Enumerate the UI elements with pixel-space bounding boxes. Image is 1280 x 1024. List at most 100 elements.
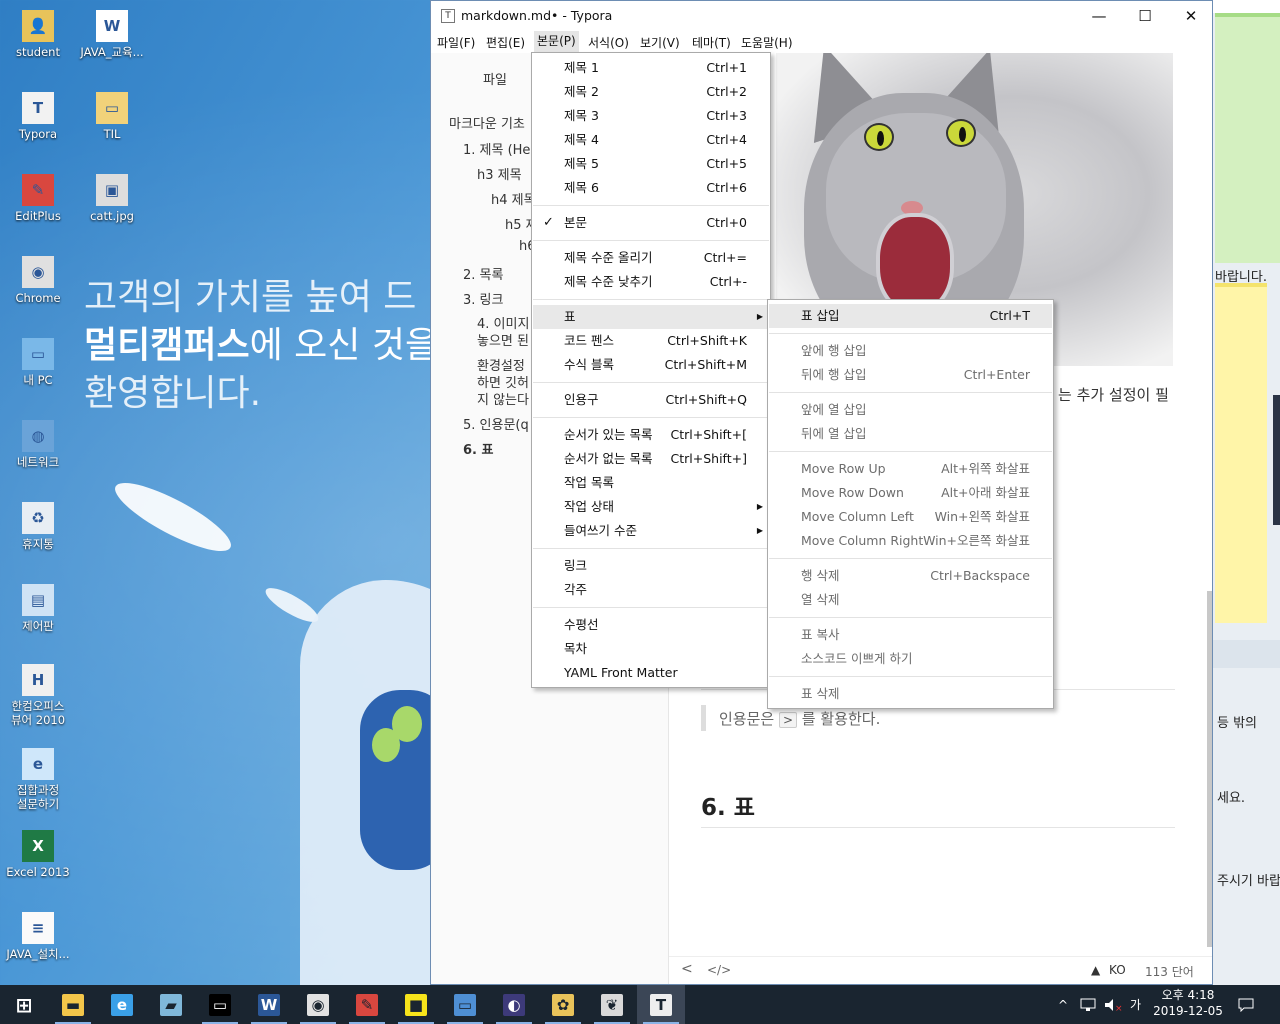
title-bar[interactable]: T markdown.md• - Typora — ☐ ✕ (431, 1, 1212, 31)
heading-6[interactable]: 6. 표 (701, 788, 755, 822)
menu-item[interactable]: 제목 수준 올리기 Ctrl+= (533, 246, 769, 270)
desktop-icon-hancom-viewer[interactable]: H 한컴오피스 뷰어 2010 (0, 664, 76, 727)
menu-2[interactable]: 본문(P) (534, 31, 579, 53)
word-count[interactable]: 113 단어 (1145, 963, 1194, 980)
network-tray-icon[interactable] (1080, 985, 1096, 1024)
menu-item[interactable]: Move Column Left Win+왼쪽 화살표 (769, 505, 1052, 529)
taskbar-sticky-notes[interactable]: ■ (392, 985, 440, 1024)
back-button[interactable]: < (681, 961, 693, 977)
outline-item[interactable]: 6. 표 (463, 439, 493, 458)
desktop-icon-network[interactable]: ◍ 네트워크 (0, 420, 76, 469)
menu-item[interactable]: 표 삭제 (769, 682, 1052, 706)
desktop-icon-editplus[interactable]: ✎ EditPlus (0, 174, 76, 223)
menu-1[interactable]: 편집(E) (483, 34, 528, 51)
menu-item[interactable]: ✓ 본문 Ctrl+0 (533, 211, 769, 235)
menu-item[interactable]: 열 삭제 (769, 588, 1052, 612)
desktop-icon-typora[interactable]: T Typora (0, 92, 76, 141)
language-indicator[interactable]: KO (1109, 963, 1126, 977)
volume-muted-icon[interactable]: × (1104, 985, 1122, 1024)
desktop-icon-computer[interactable]: ▭ 내 PC (0, 338, 76, 387)
menu-5[interactable]: 테마(T) (689, 34, 734, 51)
taskbar-remote-desktop[interactable]: ▭ (441, 985, 489, 1024)
menu-item[interactable]: 각주 (533, 578, 769, 602)
menu-6[interactable]: 도움말(H) (738, 34, 796, 51)
taskbar-internet-explorer[interactable]: e (98, 985, 146, 1024)
outline-item[interactable]: 마크다운 기초 (449, 113, 525, 132)
desktop-icon-recycle-bin[interactable]: ♻ 휴지통 (0, 502, 76, 551)
sticky-note-yellow[interactable] (1215, 283, 1267, 623)
taskbar-start[interactable]: ⊞ (0, 985, 48, 1024)
taskbar-word[interactable]: W (245, 985, 293, 1024)
minimize-button[interactable]: — (1076, 1, 1122, 31)
menu-item[interactable]: 뒤에 열 삽입 (769, 422, 1052, 446)
menu-item[interactable]: 수평선 (533, 613, 769, 637)
desktop-icon-internet-explorer[interactable]: e 집합과정 설문하기 (0, 748, 76, 811)
taskbar-file-explorer[interactable]: ▬ (49, 985, 97, 1024)
source-mode-toggle[interactable]: </> (707, 963, 731, 977)
taskbar-chrome[interactable]: ◉ (294, 985, 342, 1024)
menu-item[interactable]: 제목 4 Ctrl+4 (533, 128, 769, 152)
taskbar-eclipse[interactable]: ◐ (490, 985, 538, 1024)
menu-item[interactable]: 표 복사 (769, 623, 1052, 647)
taskbar-editplus[interactable]: ✎ (343, 985, 391, 1024)
menu-item[interactable]: 순서가 없는 목록 Ctrl+Shift+] (533, 447, 769, 471)
menu-item[interactable]: 제목 1 Ctrl+1 (533, 56, 769, 80)
menu-item[interactable]: 앞에 열 삽입 (769, 398, 1052, 422)
menu-item[interactable]: 뒤에 행 삽입 Ctrl+Enter (769, 363, 1052, 387)
desktop-icon-word-document[interactable]: W JAVA_교육... (74, 10, 150, 59)
taskbar-notebook[interactable]: ▰ (147, 985, 195, 1024)
outline-item[interactable]: 2. 목록 (463, 264, 503, 283)
menu-item[interactable]: 제목 5 Ctrl+5 (533, 152, 769, 176)
menu-item[interactable]: 제목 6 Ctrl+6 (533, 176, 769, 200)
taskbar-typora[interactable]: T (637, 985, 685, 1024)
vertical-scrollbar[interactable] (1207, 591, 1212, 947)
menu-4[interactable]: 보기(V) (637, 34, 683, 51)
maximize-button[interactable]: ☐ (1122, 1, 1168, 31)
outline-item[interactable]: 지 않는다 (477, 389, 529, 408)
outline-item[interactable]: 1. 제목 (He (463, 139, 530, 158)
outline-item[interactable]: h3 제목 (477, 164, 522, 183)
desktop-icon-folder[interactable]: ▭ TIL (74, 92, 150, 141)
menu-item[interactable]: 제목 3 Ctrl+3 (533, 104, 769, 128)
menu-item[interactable]: Move Row Down Alt+아래 화살표 (769, 481, 1052, 505)
desktop-icon-text-file[interactable]: ≡ JAVA_설치... (0, 912, 76, 961)
menu-item[interactable]: 작업 상태 ▶ (533, 495, 769, 519)
notification-center-icon[interactable] (1238, 985, 1254, 1024)
menu-item[interactable]: 목차 (533, 637, 769, 661)
desktop-icon-excel[interactable]: X Excel 2013 (0, 830, 76, 879)
menu-item[interactable]: 들여쓰기 수준 ▶ (533, 519, 769, 543)
menu-item[interactable]: 수식 블록 Ctrl+Shift+M (533, 353, 769, 377)
outline-item[interactable]: h4 제목 (491, 189, 536, 208)
desktop-icon-image-file[interactable]: ▣ catt.jpg (74, 174, 150, 223)
outline-item[interactable]: 5. 인용문(q (463, 414, 529, 433)
menu-0[interactable]: 파일(F) (434, 34, 478, 51)
menu-item[interactable]: 제목 2 Ctrl+2 (533, 80, 769, 104)
desktop-icon-chrome[interactable]: ◉ Chrome (0, 256, 76, 305)
clock[interactable]: 오후 4:18 2019-12-05 (1150, 987, 1226, 1019)
menu-item[interactable]: YAML Front Matter (533, 661, 769, 685)
desktop-icon-user-folder[interactable]: 👤 student (0, 10, 76, 59)
menu-item[interactable]: 작업 목록 (533, 471, 769, 495)
desktop-icon-control-panel[interactable]: ▤ 제어판 (0, 584, 76, 633)
outline-item[interactable]: 3. 링크 (463, 289, 503, 308)
taskbar-paint[interactable]: ✿ (539, 985, 587, 1024)
menu-item[interactable]: 코드 펜스 Ctrl+Shift+K (533, 329, 769, 353)
menu-item[interactable]: Move Column Right Win+오른쪽 화살표 (769, 529, 1052, 553)
menu-item[interactable]: 순서가 있는 목록 Ctrl+Shift+[ (533, 423, 769, 447)
warning-icon[interactable]: ▲ (1091, 963, 1100, 977)
tray-chevron[interactable]: ^ (1058, 985, 1068, 1024)
close-button[interactable]: ✕ (1168, 1, 1214, 31)
menu-item[interactable]: 인용구 Ctrl+Shift+Q (533, 388, 769, 412)
menu-item[interactable]: 표 ▶ (533, 305, 769, 329)
menu-item[interactable]: 앞에 행 삽입 (769, 339, 1052, 363)
menu-item[interactable]: 행 삭제 Ctrl+Backspace (769, 564, 1052, 588)
sticky-note-green[interactable] (1215, 13, 1280, 263)
menu-item[interactable]: 표 삽입 Ctrl+T (769, 304, 1052, 328)
menu-3[interactable]: 서식(O) (585, 34, 632, 51)
menu-item[interactable]: 소스코드 이쁘게 하기 (769, 647, 1052, 671)
taskbar-terminal[interactable]: ▭ (196, 985, 244, 1024)
taskbar-paint3d[interactable]: ❦ (588, 985, 636, 1024)
sidebar-tab-files[interactable]: 파일 (483, 69, 507, 88)
outline-item[interactable]: 놓으면 된 (477, 330, 529, 349)
menu-item[interactable]: 제목 수준 낮추기 Ctrl+- (533, 270, 769, 294)
